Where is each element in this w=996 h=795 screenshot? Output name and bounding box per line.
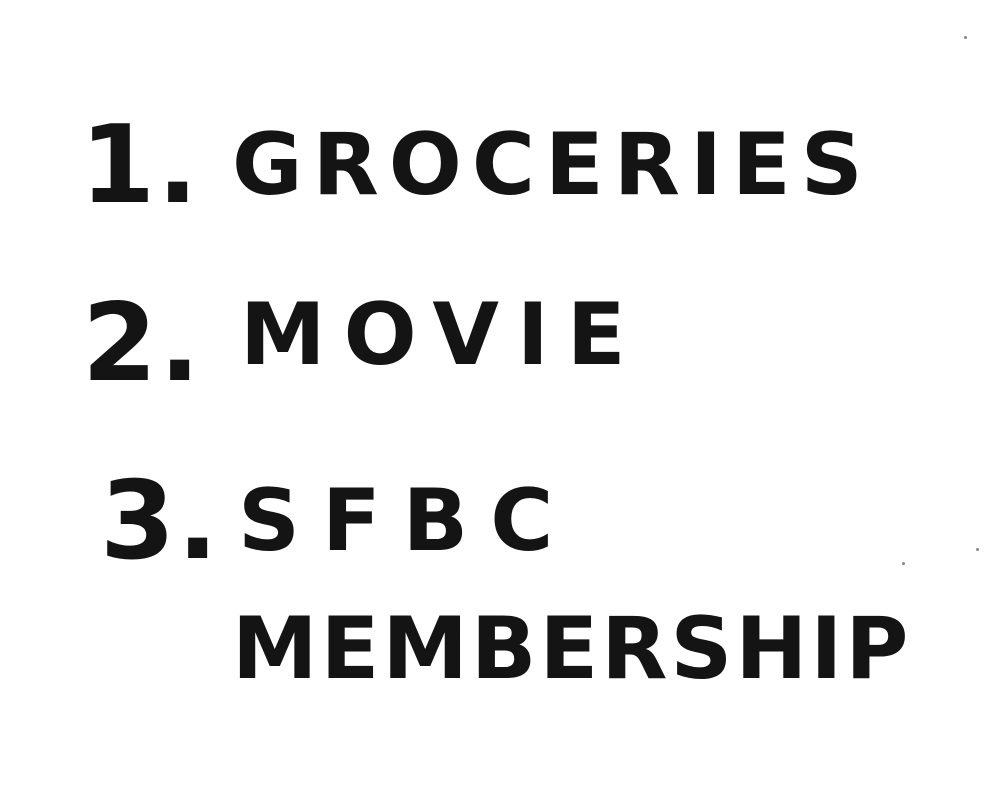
list-item-number: 3. xyxy=(100,459,221,584)
list-item-text: MOVIE xyxy=(240,285,644,385)
list-item-text-continuation: MEMBERSHIP xyxy=(232,599,912,699)
paper-speck xyxy=(976,548,979,551)
list-item-text: GROCERIES xyxy=(232,115,873,215)
list-item-text: SFBC xyxy=(238,471,576,571)
paper-speck xyxy=(964,36,967,39)
paper-speck xyxy=(902,562,905,565)
handwritten-note: 1. GROCERIES 2. MOVIE 3. SFBC MEMBERSHIP xyxy=(0,0,996,795)
list-item-number: 1. xyxy=(80,103,201,228)
list-item-number: 2. xyxy=(82,281,203,406)
